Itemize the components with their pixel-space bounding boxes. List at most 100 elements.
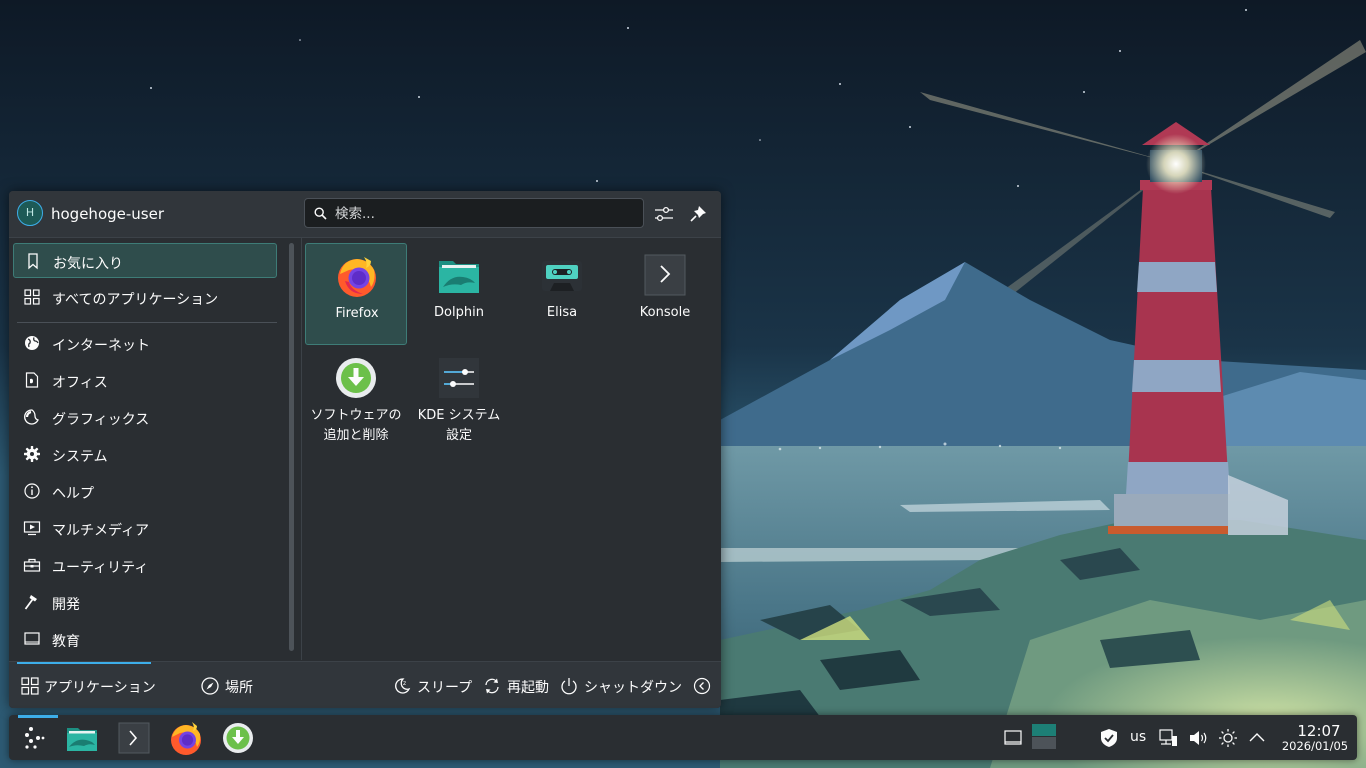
search-input[interactable]: [333, 203, 637, 225]
dolphin-folder-icon: [439, 261, 479, 293]
tab-label: アプリケーション: [44, 680, 156, 696]
discover-taskbar-icon[interactable]: [220, 720, 256, 756]
launcher-footer: アプリケーション 場所 z スリープ 再起動 シャットダウン: [9, 661, 721, 708]
sleep-button[interactable]: z スリープ: [392, 674, 472, 698]
dolphin-taskbar-icon[interactable]: [64, 720, 100, 756]
tab-label: 場所: [225, 680, 253, 696]
launcher-header: H hogehoge-user: [9, 191, 721, 238]
app-tile-dolphin[interactable]: Dolphin: [408, 243, 510, 345]
discover-download-icon: [336, 358, 376, 398]
monitor-icon: [24, 632, 40, 645]
active-tab-indicator: [17, 662, 151, 664]
sleep-moon-icon: z: [395, 678, 411, 694]
chevron-up-icon[interactable]: [1246, 727, 1268, 749]
category-label: すべてのアプリケーション: [52, 292, 219, 308]
show-desktop-icon[interactable]: [1002, 727, 1024, 749]
app-tile-discover[interactable]: ソフトウェアの 追加と削除: [305, 346, 407, 448]
app-tile-firefox[interactable]: Firefox: [305, 243, 407, 345]
more-leave-options-icon[interactable]: [693, 677, 711, 695]
pin-icon[interactable]: [686, 202, 710, 226]
category-label: ヘルプ: [52, 486, 94, 502]
application-launcher-menu: H hogehoge-user お気に入り: [9, 191, 721, 708]
category-all-applications[interactable]: すべてのアプリケーション: [13, 280, 277, 315]
launcher-active-indicator: [18, 715, 58, 718]
konsole-terminal-icon: [644, 254, 686, 296]
info-icon: [24, 483, 40, 499]
configure-icon[interactable]: [652, 202, 676, 226]
search-box[interactable]: [304, 198, 644, 228]
app-tile-label: Dolphin: [434, 305, 484, 320]
clock-time[interactable]: 12:07: [1279, 722, 1359, 740]
button-label: シャットダウン: [584, 680, 682, 696]
clock-date[interactable]: 2026/01/05: [1275, 739, 1355, 753]
sidebar-separator: [17, 322, 277, 323]
category-education[interactable]: 教育: [13, 622, 277, 657]
power-icon: [561, 678, 577, 695]
favorites-grid: Firefox Dolphin Elisa Konsole ソフトウェアの 追加…: [305, 243, 721, 653]
brightness-icon[interactable]: [1217, 727, 1239, 749]
taskbar-panel: us 12:07 2026/01/05: [9, 715, 1357, 760]
app-tile-konsole[interactable]: Konsole: [614, 243, 716, 345]
toolbox-icon: [23, 558, 41, 572]
hammer-icon: [24, 595, 37, 610]
network-wired-icon[interactable]: [1157, 727, 1179, 749]
firefox-taskbar-icon[interactable]: [168, 720, 204, 756]
restart-icon: [485, 678, 499, 694]
category-label: お気に入り: [53, 256, 123, 272]
firefox-icon: [338, 257, 376, 297]
category-label: マルチメディア: [52, 523, 150, 539]
category-label: 開発: [52, 597, 80, 613]
category-utilities[interactable]: ユーティリティ: [13, 548, 277, 583]
pane-divider: [301, 238, 302, 660]
app-tile-kde-system-settings[interactable]: KDE システム 設定: [408, 346, 510, 448]
tab-applications[interactable]: アプリケーション: [20, 674, 156, 698]
category-internet[interactable]: インターネット: [13, 326, 277, 361]
palette-icon: [24, 409, 39, 425]
volume-icon[interactable]: [1187, 727, 1209, 749]
category-office[interactable]: オフィス: [13, 363, 277, 398]
button-label: スリープ: [417, 680, 473, 696]
app-tile-label: Konsole: [639, 305, 691, 320]
category-graphics[interactable]: グラフィックス: [13, 400, 277, 435]
button-label: 再起動: [507, 680, 549, 696]
user-name: hogehoge-user: [51, 205, 164, 223]
elisa-cassette-icon: [542, 261, 582, 291]
category-label: インターネット: [52, 338, 150, 354]
compass-icon: [201, 677, 219, 695]
category-development[interactable]: 開発: [13, 585, 277, 620]
category-help[interactable]: ヘルプ: [13, 474, 277, 509]
document-icon: [25, 372, 39, 388]
gear-icon: [24, 446, 40, 462]
app-tile-elisa[interactable]: Elisa: [511, 243, 613, 345]
virtual-desktop-pager[interactable]: [1031, 723, 1057, 751]
application-launcher-icon[interactable]: [16, 720, 52, 756]
category-label: オフィス: [52, 375, 108, 391]
keyboard-layout-indicator[interactable]: us: [1130, 729, 1146, 745]
app-tile-label: ソフトウェアの 追加と削除: [310, 408, 402, 443]
category-label: 教育: [52, 634, 80, 650]
user-avatar[interactable]: H: [17, 200, 43, 226]
category-label: グラフィックス: [52, 412, 150, 428]
app-tile-label: KDE システム 設定: [417, 408, 501, 443]
globe-icon: [25, 336, 39, 350]
svg-text:z: z: [403, 680, 406, 687]
shutdown-button[interactable]: シャットダウン: [559, 674, 682, 698]
security-shield-icon[interactable]: [1098, 727, 1120, 749]
konsole-taskbar-icon[interactable]: [116, 720, 152, 756]
app-tile-label: Firefox: [335, 306, 379, 321]
media-icon: [23, 521, 41, 536]
category-favorites[interactable]: お気に入り: [13, 243, 277, 278]
category-system[interactable]: システム: [13, 437, 277, 472]
bookmark-icon: [28, 253, 38, 270]
category-label: ユーティリティ: [52, 560, 149, 576]
app-tile-label: Elisa: [546, 305, 578, 320]
restart-button[interactable]: 再起動: [482, 674, 554, 698]
sidebar-scrollbar[interactable]: [289, 243, 294, 651]
category-multimedia[interactable]: マルチメディア: [13, 511, 277, 546]
tab-places[interactable]: 場所: [200, 674, 270, 698]
grid-icon: [24, 289, 40, 305]
category-sidebar: お気に入り すべてのアプリケーション インターネット オフィス グラフィックス …: [9, 238, 291, 660]
search-icon: [314, 207, 327, 220]
settings-sliders-icon: [439, 358, 479, 398]
grid-icon: [21, 677, 39, 695]
